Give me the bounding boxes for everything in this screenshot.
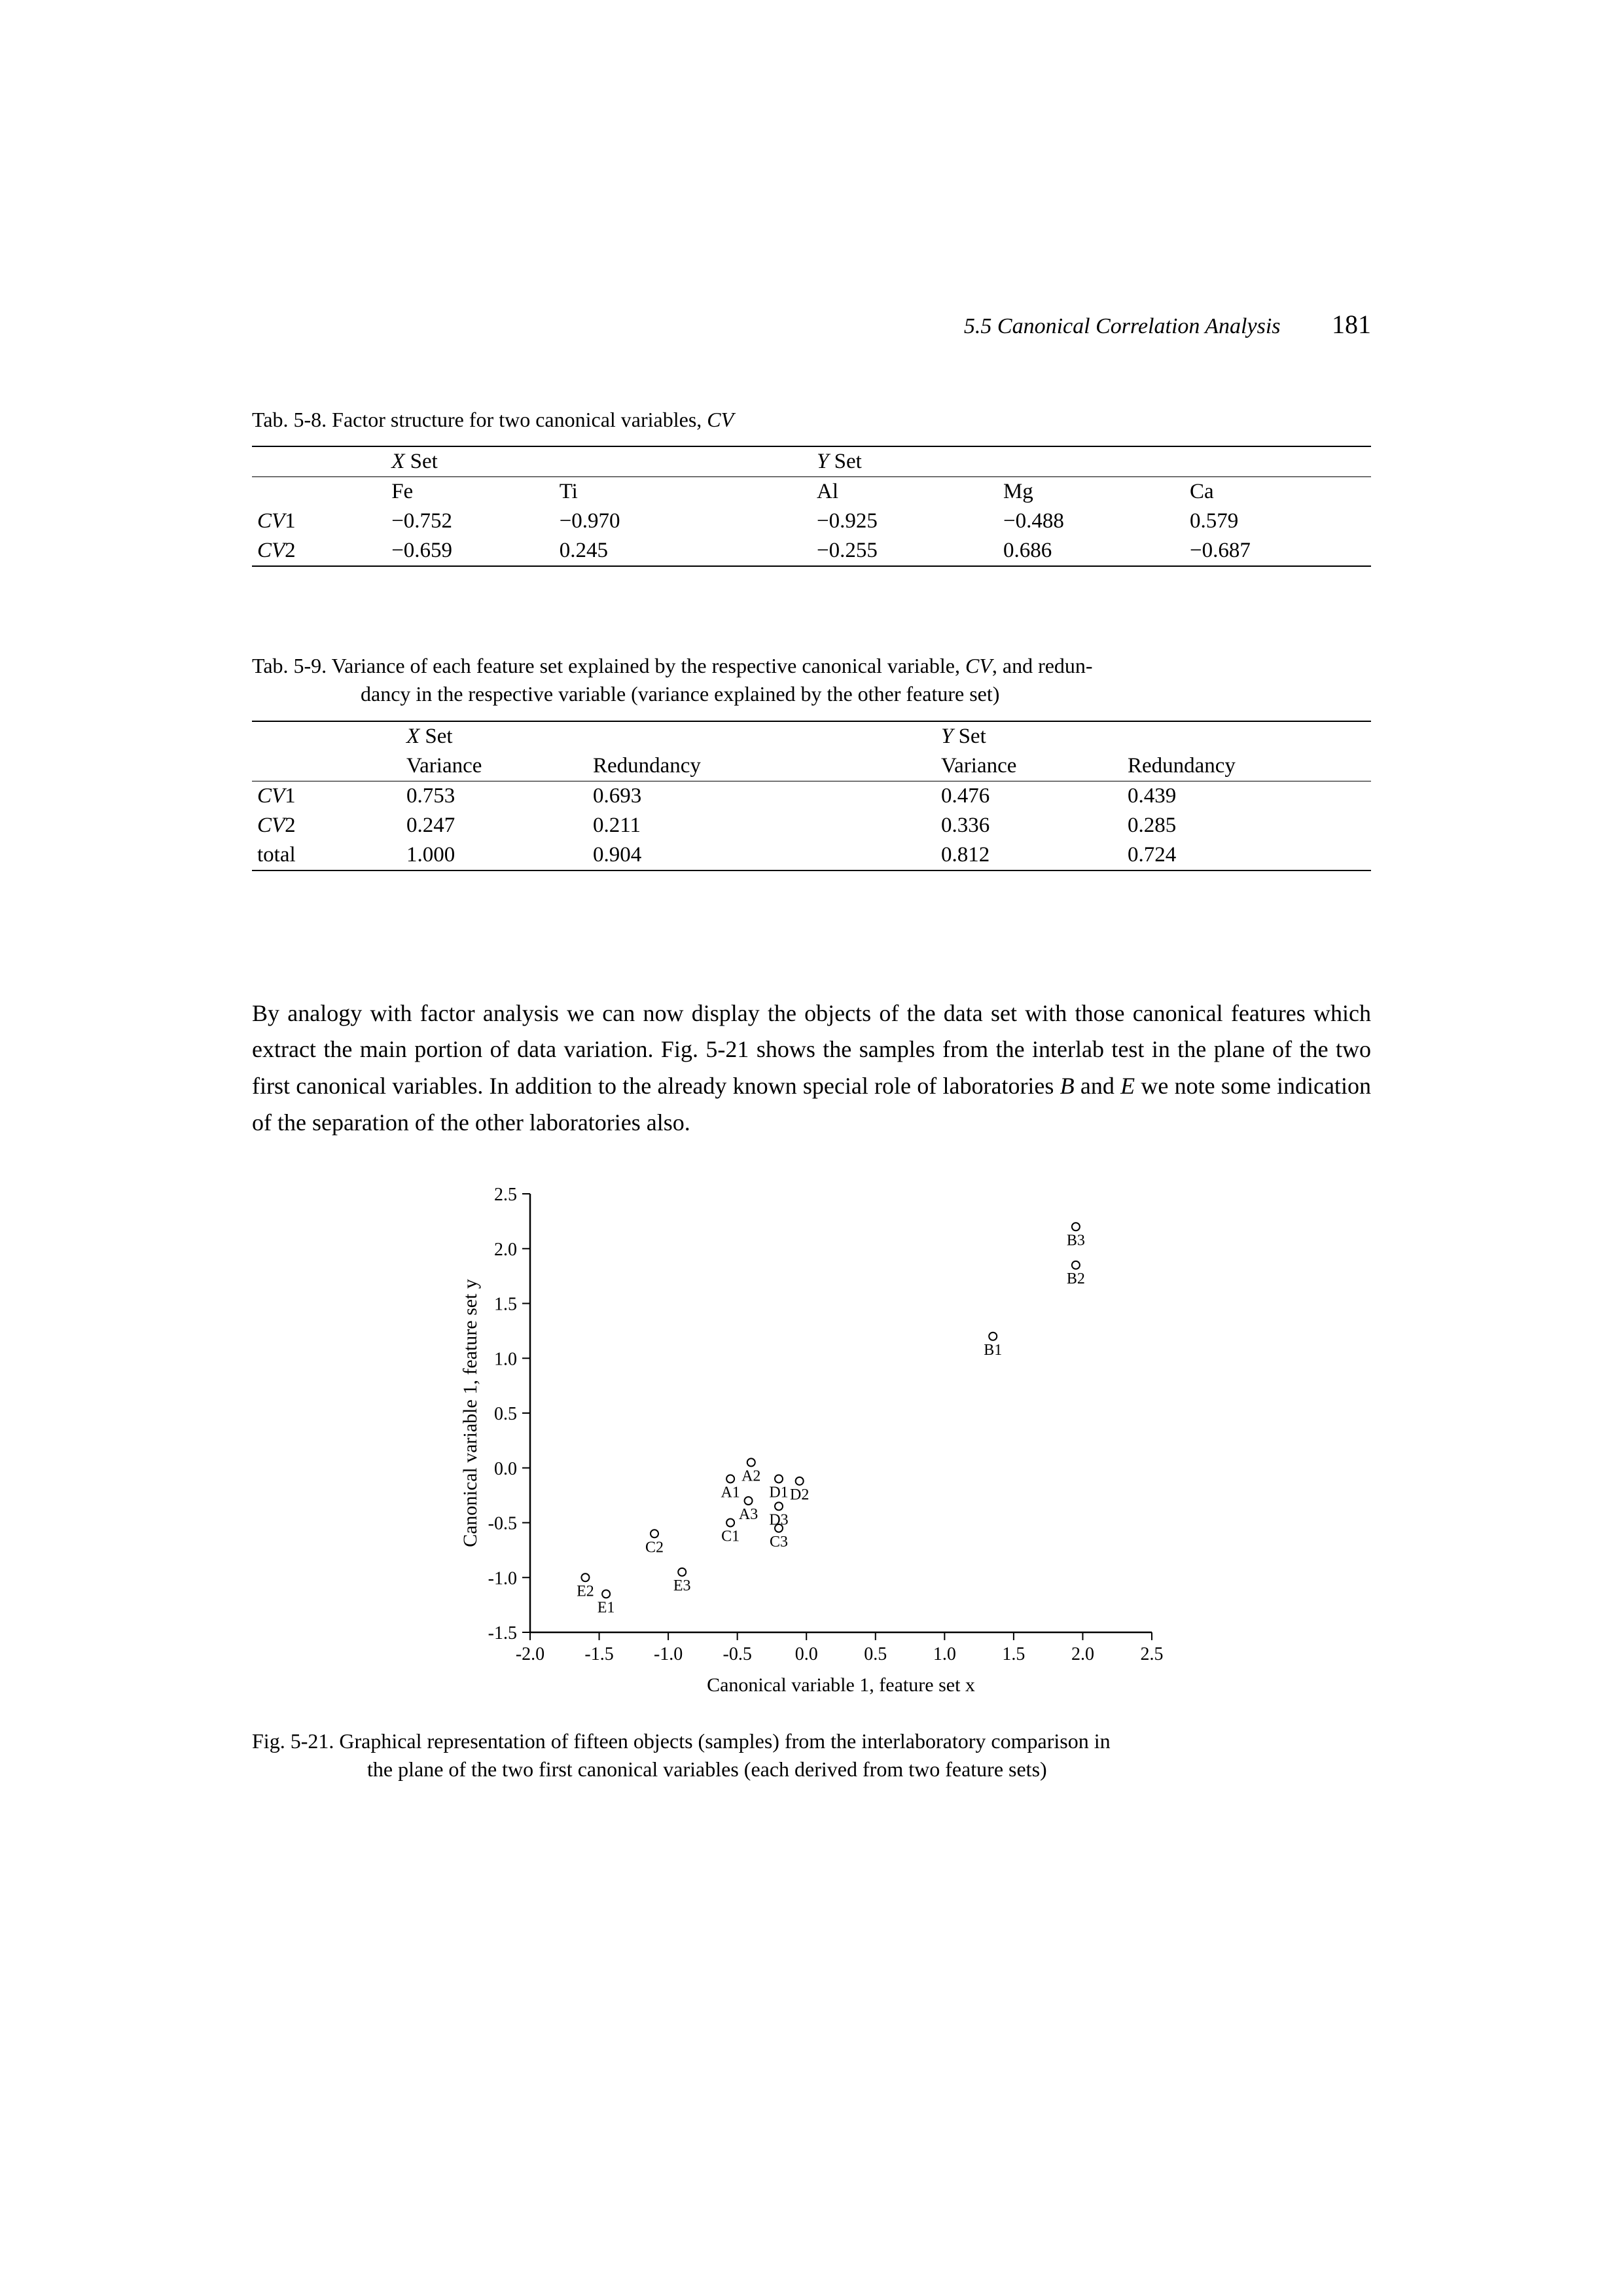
svg-text:C2: C2	[645, 1539, 664, 1556]
svg-text:B3: B3	[1067, 1232, 1085, 1249]
svg-text:Canonical variable 1, feature: Canonical variable 1, feature set y	[459, 1279, 481, 1547]
data-point	[726, 1518, 734, 1526]
data-point	[1072, 1223, 1080, 1230]
svg-text:2.0: 2.0	[494, 1240, 517, 1260]
data-point	[745, 1497, 753, 1505]
data-point	[581, 1573, 589, 1581]
svg-text:1.0: 1.0	[494, 1349, 517, 1369]
svg-text:1.5: 1.5	[494, 1294, 517, 1314]
svg-text:0.0: 0.0	[795, 1644, 818, 1664]
table-row: CV1 −0.752 −0.970 −0.925 −0.488 0.579	[252, 507, 1371, 536]
figure-5-21-caption: Fig. 5-21. Graphical representation of f…	[252, 1727, 1371, 1784]
svg-text:-1.5: -1.5	[584, 1644, 613, 1664]
table-5-8: X Set Y Set Fe Ti Al Mg Ca CV1 −0.752 −0…	[252, 446, 1371, 567]
svg-text:B1: B1	[984, 1342, 1002, 1359]
data-point	[651, 1530, 658, 1537]
data-point	[678, 1568, 686, 1576]
data-point	[726, 1475, 734, 1482]
svg-text:2.0: 2.0	[1071, 1644, 1094, 1664]
data-point	[747, 1458, 755, 1466]
svg-text:-1.0: -1.0	[654, 1644, 683, 1664]
svg-text:B2: B2	[1067, 1270, 1085, 1287]
svg-text:A3: A3	[739, 1506, 758, 1523]
svg-text:0.5: 0.5	[494, 1404, 517, 1424]
body-paragraph: By analogy with factor analysis we can n…	[252, 996, 1371, 1141]
table-5-8-caption: Tab. 5-8. Factor structure for two canon…	[252, 406, 1371, 434]
svg-text:C3: C3	[770, 1534, 788, 1551]
figure-5-21: -2.0-1.5-1.0-0.50.00.51.01.52.02.5-1.5-1…	[252, 1181, 1371, 1784]
scatter-svg: -2.0-1.5-1.0-0.50.00.51.01.52.02.5-1.5-1…	[452, 1181, 1171, 1704]
svg-text:0.0: 0.0	[494, 1459, 517, 1479]
svg-text:1.0: 1.0	[933, 1644, 956, 1664]
svg-text:A1: A1	[721, 1484, 740, 1501]
data-point	[989, 1333, 997, 1340]
svg-text:E1: E1	[597, 1599, 615, 1616]
svg-text:D3: D3	[769, 1511, 788, 1528]
svg-text:Canonical variable 1, feature: Canonical variable 1, feature set x	[707, 1674, 975, 1696]
svg-text:2.5: 2.5	[494, 1185, 517, 1205]
svg-text:D1: D1	[769, 1484, 788, 1501]
svg-text:-1.0: -1.0	[488, 1568, 517, 1588]
table-row: CV1 0.753 0.693 0.476 0.439	[252, 781, 1371, 811]
svg-text:-2.0: -2.0	[516, 1644, 544, 1664]
scatter-chart: -2.0-1.5-1.0-0.50.00.51.01.52.02.5-1.5-1…	[452, 1181, 1171, 1708]
data-point	[796, 1477, 804, 1485]
svg-text:A2: A2	[741, 1467, 760, 1484]
data-point	[1072, 1261, 1080, 1269]
data-point	[775, 1475, 783, 1482]
svg-text:1.5: 1.5	[1002, 1644, 1025, 1664]
svg-text:0.5: 0.5	[864, 1644, 887, 1664]
section-title: 5.5 Canonical Correlation Analysis	[964, 314, 1281, 338]
svg-text:C1: C1	[721, 1528, 740, 1545]
svg-text:D2: D2	[790, 1486, 809, 1503]
table-row: CV2 −0.659 0.245 −0.255 0.686 −0.687	[252, 536, 1371, 566]
page-number: 181	[1332, 310, 1371, 339]
data-point	[602, 1590, 610, 1598]
running-head: 5.5 Canonical Correlation Analysis 181	[964, 309, 1371, 340]
table-5-9: X Set Y Set Variance Redundancy Variance…	[252, 721, 1371, 871]
svg-text:-0.5: -0.5	[488, 1513, 517, 1534]
svg-text:-1.5: -1.5	[488, 1623, 517, 1643]
table-row: CV2 0.247 0.211 0.336 0.285	[252, 811, 1371, 840]
svg-text:2.5: 2.5	[1141, 1644, 1164, 1664]
table-row: total 1.000 0.904 0.812 0.724	[252, 840, 1371, 870]
table-5-9-caption: Tab. 5-9. Variance of each feature set e…	[252, 652, 1371, 708]
svg-text:E3: E3	[673, 1577, 691, 1594]
svg-text:-0.5: -0.5	[723, 1644, 752, 1664]
data-point	[775, 1502, 783, 1510]
svg-text:E2: E2	[577, 1583, 594, 1600]
